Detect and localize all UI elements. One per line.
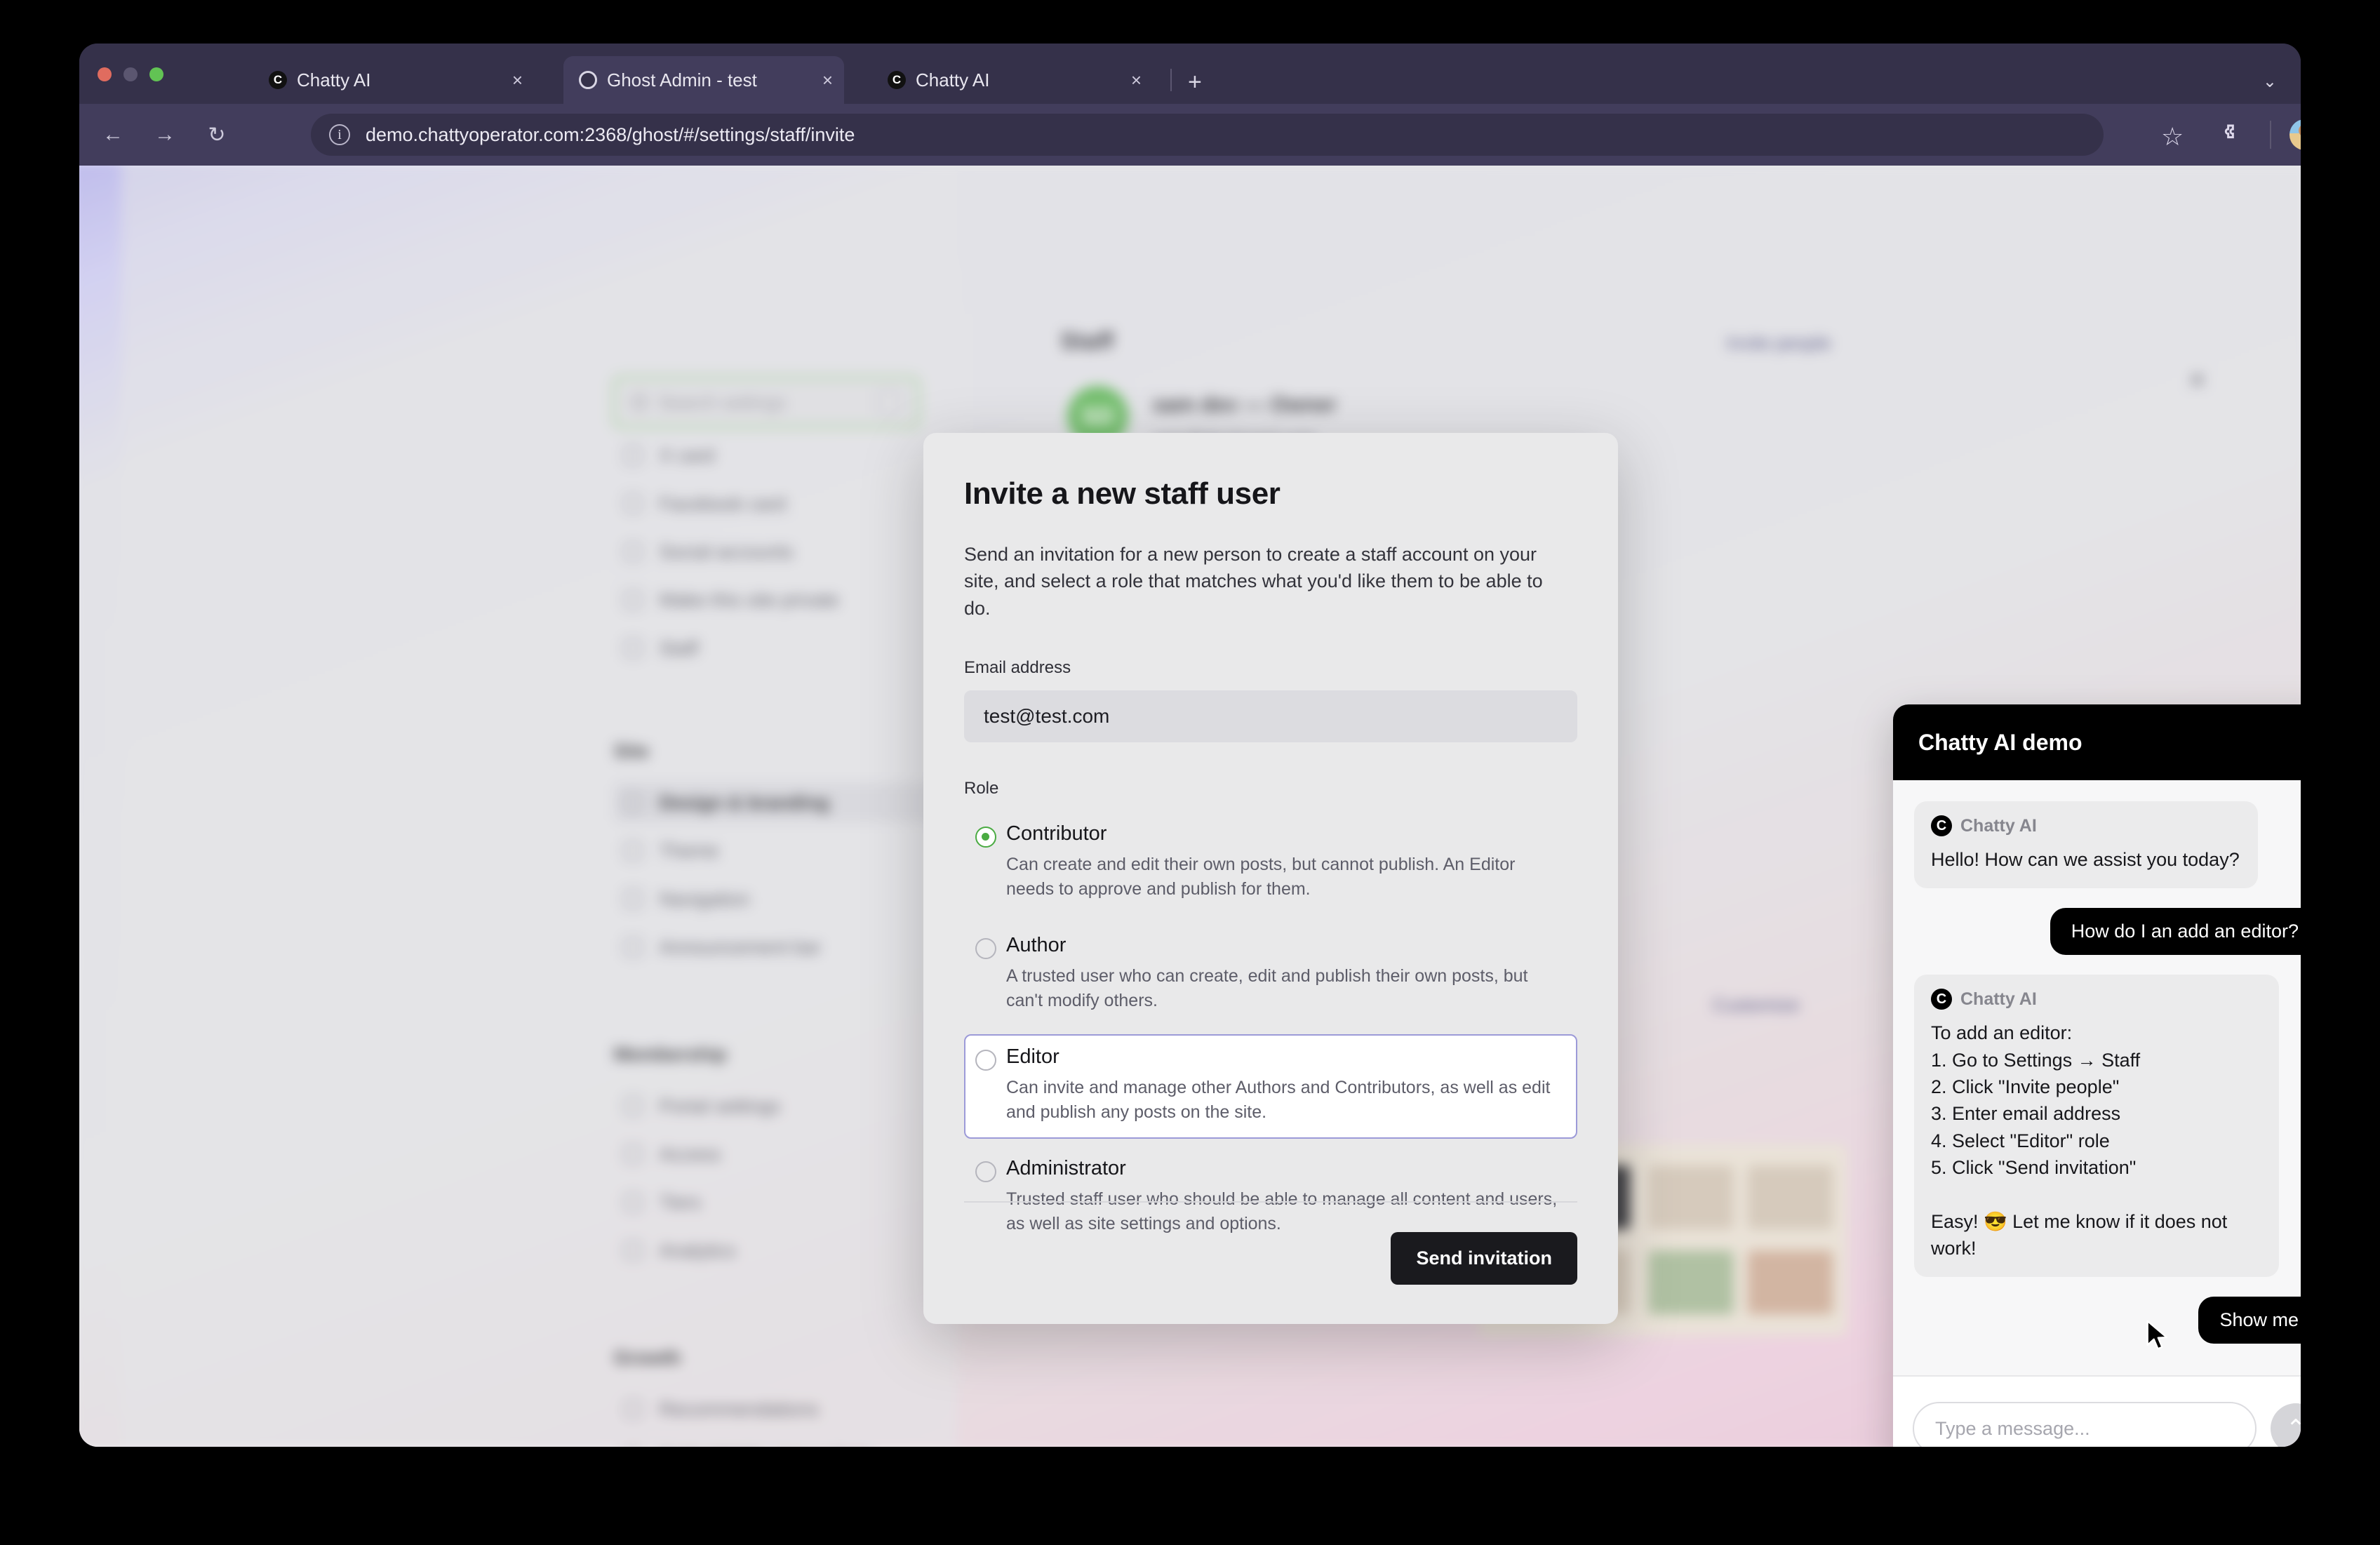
- radio-author[interactable]: [975, 937, 996, 959]
- role-name: Administrator: [1006, 1156, 1126, 1179]
- chat-header: Chatty AI demo ×: [1893, 704, 2301, 780]
- bot-header: C Chatty AI: [1931, 989, 2261, 1010]
- browser-tab-2[interactable]: G Ghost Admin - test ×: [563, 56, 844, 104]
- radio-contributor[interactable]: [975, 826, 996, 848]
- bot-name: Chatty AI: [1960, 815, 2037, 836]
- role-description: Can create and edit their own posts, but…: [1006, 854, 1516, 899]
- site-info-icon[interactable]: i: [329, 124, 350, 145]
- tab-title: Chatty AI: [297, 69, 371, 91]
- chat-input-bar: ⌃: [1893, 1375, 2301, 1447]
- bookmark-star-icon[interactable]: ☆: [2161, 122, 2184, 152]
- browser-window: C Chatty AI × G Ghost Admin - test × C C…: [79, 44, 2301, 1447]
- window-controls: [98, 67, 163, 81]
- chatty-logo-icon: C: [888, 71, 906, 89]
- chat-widget: Chatty AI demo × C Chatty AI Hello! How …: [1893, 704, 2301, 1447]
- chatty-logo-icon: C: [269, 71, 287, 89]
- role-option-editor[interactable]: Editor Can invite and manage other Autho…: [964, 1034, 1577, 1139]
- role-description: Can invite and manage other Authors and …: [1006, 1077, 1551, 1122]
- profile-avatar[interactable]: [2289, 119, 2301, 150]
- message-text: Hello! How can we assist you today?: [1931, 849, 2240, 870]
- tab-title: Ghost Admin - test: [607, 69, 757, 91]
- chat-message-list[interactable]: C Chatty AI Hello! How can we assist you…: [1893, 780, 2301, 1375]
- chatty-logo-icon: C: [1931, 989, 1952, 1010]
- role-name: Contributor: [1006, 822, 1107, 845]
- chat-message: C Chatty AI Hello! How can we assist you…: [1914, 801, 2301, 889]
- browser-toolbar: ← → ↻ i demo.chattyoperator.com:2368/gho…: [79, 104, 2301, 166]
- modal-description: Send an invitation for a new person to c…: [964, 544, 1543, 619]
- tab-title: Chatty AI: [916, 69, 990, 91]
- close-tab-icon[interactable]: ×: [794, 71, 833, 89]
- email-address-input[interactable]: test@test.com: [964, 690, 1577, 742]
- quick-reply-row: Show me: [1914, 1297, 2301, 1344]
- browser-tab-1[interactable]: C Chatty AI ×: [253, 56, 534, 104]
- minimize-window-button[interactable]: [123, 67, 138, 81]
- tab-list-chevron-down-icon[interactable]: ⌄: [2263, 72, 2277, 92]
- send-message-button[interactable]: ⌃: [2271, 1403, 2301, 1447]
- new-tab-button[interactable]: +: [1188, 70, 1202, 94]
- screen: C Chatty AI × G Ghost Admin - test × C C…: [0, 0, 2380, 1545]
- show-me-button[interactable]: Show me: [2198, 1297, 2301, 1344]
- tab-strip: C Chatty AI × G Ghost Admin - test × C C…: [79, 44, 2301, 104]
- bot-name: Chatty AI: [1960, 989, 2037, 1009]
- page-viewport: Search settings X card Facebook card Soc…: [79, 166, 2301, 1447]
- invite-staff-modal: Invite a new staff user Send an invitati…: [923, 433, 1618, 1324]
- radio-administrator[interactable]: [975, 1161, 996, 1182]
- forward-arrow-icon[interactable]: →: [147, 123, 183, 147]
- user-bubble: How do I an add an editor?: [2050, 908, 2301, 956]
- url-text: demo.chattyoperator.com:2368/ghost/#/set…: [366, 123, 855, 145]
- close-tab-icon[interactable]: ×: [1103, 71, 1142, 89]
- message-text: To add an editor: 1. Go to Settings → St…: [1931, 1022, 2228, 1259]
- close-tab-icon[interactable]: ×: [484, 71, 523, 89]
- chat-message: How do I an add an editor?: [1914, 908, 2301, 956]
- address-bar[interactable]: i demo.chattyoperator.com:2368/ghost/#/s…: [311, 114, 2104, 156]
- email-address-label: Email address: [964, 657, 1071, 677]
- browser-tab-3[interactable]: C Chatty AI ×: [872, 56, 1153, 104]
- chat-message: C Chatty AI To add an editor: 1. Go to S…: [1914, 975, 2301, 1278]
- send-invitation-button[interactable]: Send invitation: [1391, 1232, 1577, 1285]
- toolbar-separator: [2270, 121, 2271, 149]
- chat-message-input[interactable]: [1913, 1402, 2257, 1447]
- modal-title: Invite a new staff user: [964, 476, 1281, 511]
- tab-separator: [1170, 69, 1172, 91]
- maximize-window-button[interactable]: [149, 67, 163, 81]
- bot-header: C Chatty AI: [1931, 815, 2240, 836]
- bot-bubble: C Chatty AI Hello! How can we assist you…: [1914, 801, 2258, 889]
- reload-icon[interactable]: ↻: [199, 123, 235, 147]
- role-description: A trusted user who can create, edit and …: [1006, 965, 1528, 1010]
- role-option-author[interactable]: Author A trusted user who can create, ed…: [964, 923, 1577, 1027]
- role-name: Author: [1006, 933, 1067, 956]
- chatty-logo-icon: C: [1931, 815, 1952, 836]
- puzzle-piece-icon[interactable]: [2217, 122, 2245, 150]
- bot-bubble: C Chatty AI To add an editor: 1. Go to S…: [1914, 975, 2279, 1278]
- role-name: Editor: [1006, 1045, 1059, 1068]
- role-option-contributor[interactable]: Contributor Can create and edit their ow…: [964, 811, 1577, 916]
- chat-title: Chatty AI demo: [1918, 729, 2082, 755]
- ghost-logo-icon: G: [579, 71, 597, 89]
- radio-editor[interactable]: [975, 1049, 996, 1071]
- modal-footer: Send invitation: [964, 1201, 1577, 1285]
- close-window-button[interactable]: [98, 67, 112, 81]
- role-label: Role: [964, 778, 999, 798]
- back-arrow-icon[interactable]: ←: [95, 123, 131, 147]
